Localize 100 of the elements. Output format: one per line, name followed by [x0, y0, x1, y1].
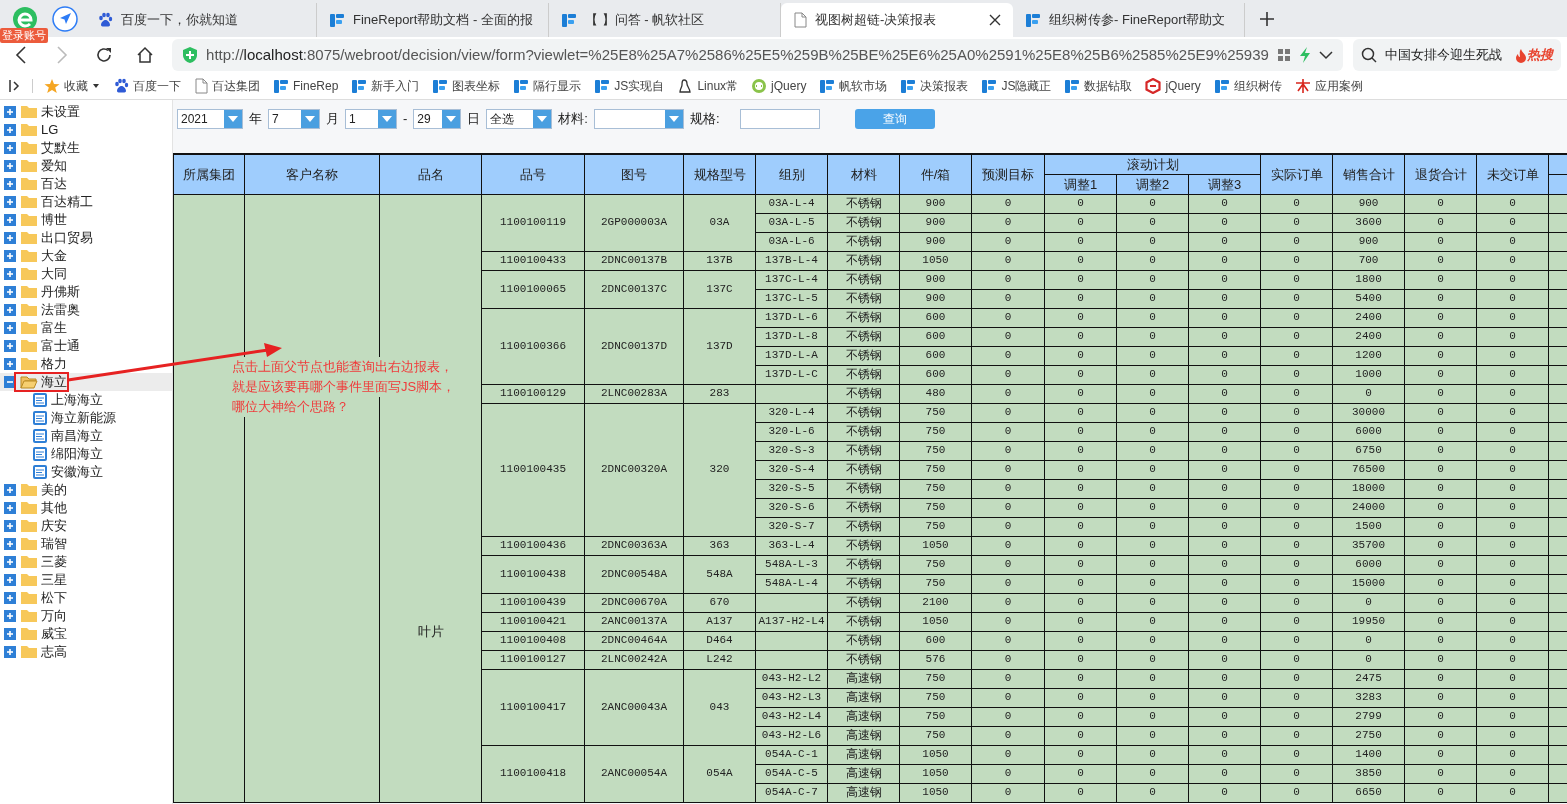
sidebar-toggle-icon[interactable] [8, 79, 22, 93]
tree-item[interactable]: 格力 [41, 354, 67, 374]
dropdown[interactable]: 1 [345, 109, 397, 129]
tree-item[interactable]: 出口贸易 [41, 228, 93, 248]
tree-item[interactable]: 上海海立 [51, 390, 103, 410]
bookmark[interactable]: 隔行显示 [508, 77, 590, 95]
bookmark[interactable]: 决策报表 [895, 77, 977, 95]
expand-icon[interactable] [3, 555, 17, 569]
dropdown[interactable]: 2021 [177, 109, 243, 129]
tree-item[interactable]: 艾默生 [41, 138, 80, 158]
expand-icon[interactable] [3, 591, 17, 605]
tree-item[interactable]: 其他 [41, 498, 67, 518]
expand-icon[interactable] [3, 177, 17, 191]
tree-item[interactable]: 庆安 [41, 516, 67, 536]
chevron-down-icon[interactable] [1318, 50, 1333, 60]
new-tab-icon[interactable] [1259, 11, 1275, 28]
dropdown-arrow-icon[interactable] [305, 116, 315, 122]
tree-item[interactable]: 南昌海立 [51, 426, 103, 446]
browser-tab[interactable]: 视图树超链-决策报表 [781, 3, 1013, 37]
tree-item[interactable]: 富士通 [41, 336, 80, 356]
tree-item[interactable]: 威宝 [41, 624, 67, 644]
tree-item[interactable]: 丹佛斯 [41, 282, 80, 302]
dropdown[interactable] [593, 109, 684, 129]
dropdown-arrow-icon[interactable] [382, 116, 392, 122]
expand-icon[interactable] [3, 285, 17, 299]
tree-item[interactable]: 瑞智 [41, 534, 67, 554]
dropdown-arrow-icon[interactable] [668, 116, 679, 122]
bookmark[interactable]: Linux常 [672, 77, 747, 95]
bookmark[interactable]: 帆软市场 [814, 77, 896, 95]
tree-item[interactable]: 安徽海立 [51, 462, 103, 482]
dropdown-arrow-icon[interactable] [537, 116, 548, 122]
bookmark[interactable]: 新手入门 [346, 77, 428, 95]
close-icon[interactable] [989, 14, 1001, 26]
tree-item[interactable]: 爱知 [41, 156, 67, 176]
bookmark[interactable]: FineRep [268, 77, 347, 95]
bolt-icon[interactable] [1298, 47, 1311, 63]
input-field[interactable] [739, 109, 820, 129]
expand-icon[interactable] [3, 501, 17, 515]
back-icon[interactable] [14, 46, 27, 64]
dropdown[interactable]: 7 [268, 109, 320, 129]
expand-icon[interactable] [3, 141, 17, 155]
expand-icon[interactable] [3, 249, 17, 263]
bookmark[interactable]: 数据钻取 [1059, 77, 1141, 95]
reload-icon[interactable] [94, 46, 113, 64]
bookmark[interactable]: 百达集团 [189, 77, 268, 95]
expand-icon[interactable] [3, 573, 17, 587]
tree-item[interactable]: 海立新能源 [51, 408, 116, 428]
expand-icon[interactable] [3, 357, 17, 371]
tree-item[interactable]: 志高 [41, 642, 67, 662]
bookmark[interactable]: jQuery [1140, 77, 1209, 95]
home-icon[interactable] [136, 46, 155, 64]
bookmark[interactable]: 百度一下 [108, 77, 189, 95]
bookmark[interactable]: 组织树传 [1208, 77, 1290, 95]
expand-icon[interactable] [3, 303, 17, 317]
bookmark[interactable]: JS隐藏正 [976, 77, 1060, 95]
tree-item[interactable]: 大金 [41, 246, 67, 266]
tree-item[interactable]: 富生 [41, 318, 67, 338]
tree-item[interactable]: 三星 [41, 570, 67, 590]
expand-icon[interactable] [3, 339, 17, 353]
address-bar[interactable]: http://localhost:8075/webroot/decision/view/form?viewlet=%25E8%25A7%2586%25E5%259B%25BE%25E6%25A0%2591%25E8%25B6%2585%25E9%25939 [172, 39, 1343, 71]
caret-icon[interactable] [92, 83, 100, 89]
dropdown-arrow-icon[interactable] [446, 116, 457, 122]
bookmark[interactable]: 图表坐标 [427, 77, 509, 95]
navigation-icon[interactable] [52, 5, 78, 32]
expand-icon[interactable] [3, 645, 17, 659]
tree-item[interactable]: 百达精工 [41, 192, 93, 212]
search-field[interactable]: 中国女排今迎生死战 热搜 [1352, 39, 1561, 71]
tree-item[interactable]: 美的 [41, 480, 67, 500]
tree-item[interactable]: LG [41, 120, 59, 140]
expand-icon[interactable] [3, 627, 17, 641]
dropdown[interactable]: 全选 [486, 109, 553, 129]
expand-icon[interactable] [3, 231, 17, 245]
expand-icon[interactable] [3, 195, 17, 209]
tree-item[interactable]: 百达 [41, 174, 67, 194]
expand-icon[interactable] [3, 537, 17, 551]
bookmark[interactable]: JS实现自 [589, 77, 673, 95]
expand-icon[interactable] [3, 519, 17, 533]
expand-icon[interactable] [3, 609, 17, 623]
grid-icon[interactable] [1276, 48, 1291, 62]
expand-icon[interactable] [3, 321, 17, 335]
expand-icon[interactable] [3, 213, 17, 227]
tree-item[interactable]: 松下 [41, 588, 67, 608]
tree-item[interactable]: 海立 [41, 372, 67, 392]
expand-icon[interactable] [3, 123, 17, 137]
tree-item[interactable]: 博世 [41, 210, 67, 230]
bookmark[interactable]: 收藏 [39, 77, 108, 95]
bookmark[interactable]: 应用案例 [1289, 77, 1371, 95]
expand-icon[interactable] [3, 159, 17, 173]
tree-item[interactable]: 三菱 [41, 552, 67, 572]
tree-item[interactable]: 万向 [41, 606, 67, 626]
tree-item[interactable]: 未设置 [41, 102, 80, 122]
expand-icon[interactable] [3, 105, 17, 119]
dropdown-arrow-icon[interactable] [228, 116, 238, 122]
expand-icon[interactable] [3, 267, 17, 281]
dropdown[interactable]: 29 [413, 109, 462, 129]
tree-item[interactable]: 绵阳海立 [51, 444, 103, 464]
tree-item[interactable]: 法雷奥 [41, 300, 80, 320]
tree-item[interactable]: 大同 [41, 264, 67, 284]
bookmark[interactable]: jQuery [746, 77, 815, 95]
expand-icon[interactable] [3, 483, 17, 497]
